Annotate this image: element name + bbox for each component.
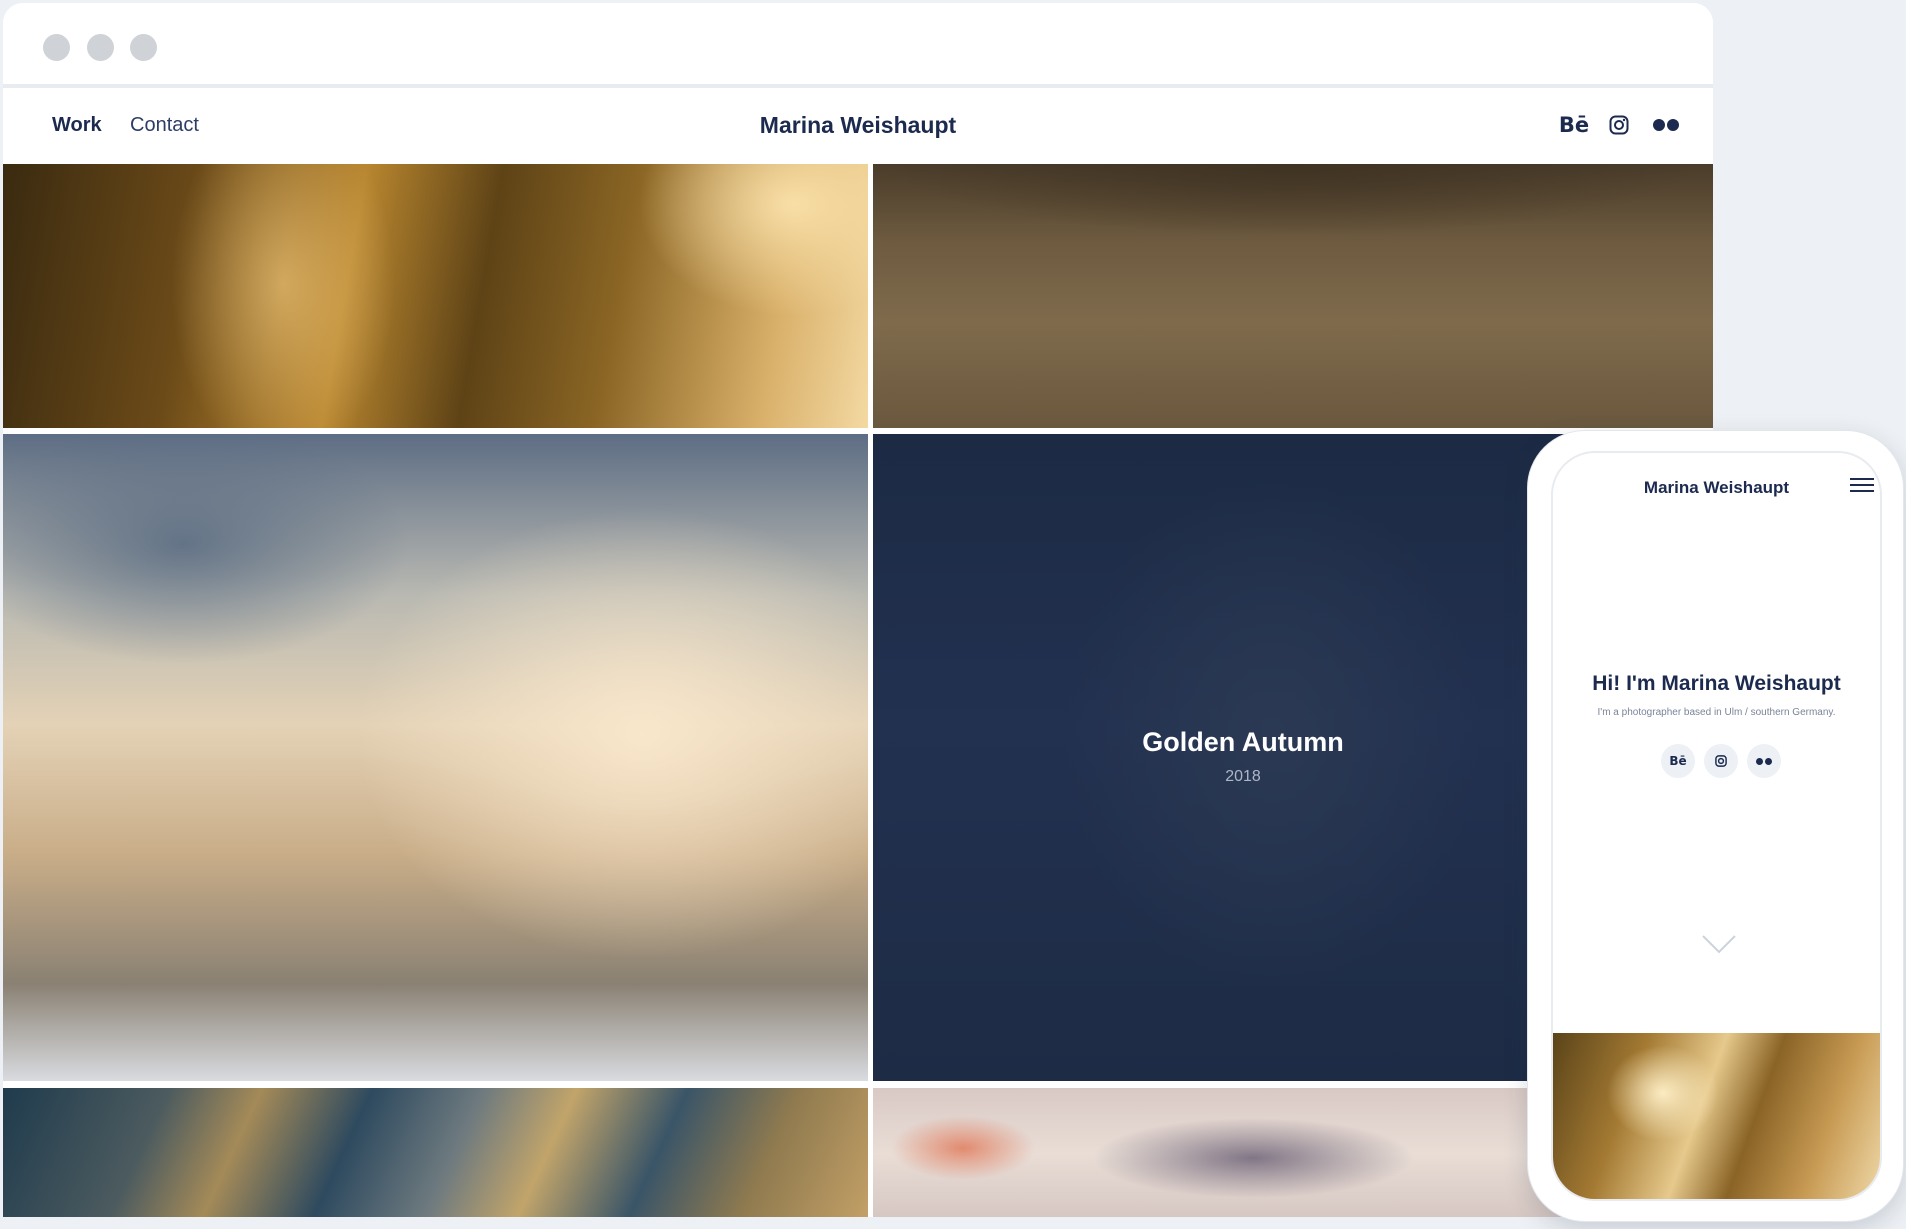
site-header: Work Contact Marina Weishaupt Bē [3, 92, 1713, 163]
flickr-icon[interactable] [1747, 744, 1781, 778]
flickr-icon[interactable] [1649, 110, 1683, 140]
behance-icon[interactable]: Bē [1661, 744, 1695, 778]
behance-icon[interactable]: Bē [1557, 110, 1591, 140]
browser-chrome [3, 3, 1713, 88]
photo-mountain-clouds[interactable] [3, 434, 868, 1081]
photo-aerial-river[interactable] [3, 1088, 868, 1217]
mobile-hero-title: Hi! I'm Marina Weishaupt [1592, 672, 1841, 695]
phone-mockup: Marina Weishaupt Hi! I'm Marina Weishaup… [1527, 430, 1904, 1222]
mobile-site-title[interactable]: Marina Weishaupt [1553, 478, 1880, 498]
mobile-hero-subtitle: I'm a photographer based in Ulm / southe… [1597, 707, 1836, 718]
browser-window: Work Contact Marina Weishaupt Bē Golden … [3, 3, 1713, 1217]
photo-forest-sunlight[interactable] [3, 164, 868, 428]
mobile-photo-forest[interactable] [1553, 1033, 1880, 1199]
window-minimize-dot[interactable] [87, 34, 114, 61]
instagram-icon[interactable] [1606, 110, 1632, 140]
window-maximize-dot[interactable] [130, 34, 157, 61]
instagram-icon[interactable] [1704, 744, 1738, 778]
phone-screen: Marina Weishaupt Hi! I'm Marina Weishaup… [1551, 451, 1882, 1201]
project-title: Golden Autumn [1142, 727, 1344, 757]
project-year: 2018 [1225, 768, 1261, 785]
window-close-dot[interactable] [43, 34, 70, 61]
chevron-down-icon[interactable] [1701, 933, 1737, 955]
hamburger-menu-icon[interactable] [1850, 478, 1874, 496]
photo-sand-footprints[interactable] [873, 164, 1713, 428]
site-title[interactable]: Marina Weishaupt [3, 112, 1713, 139]
